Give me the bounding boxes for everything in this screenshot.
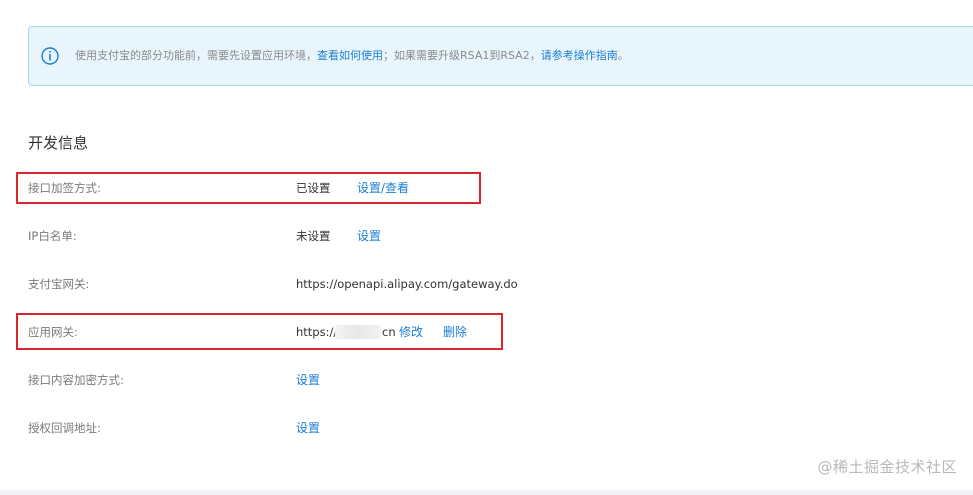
- watermark: @稀土掘金技术社区: [817, 458, 957, 476]
- notice-text: 使用支付宝的部分功能前，需要先设置应用环境，查看如何使用；如果需要升级RSA1到…: [75, 48, 629, 64]
- row-auth-callback: 授权回调地址: 设置: [28, 418, 728, 438]
- row-ip-whitelist: IP白名单: 未设置 设置: [28, 226, 728, 246]
- notice-link-how-to-use[interactable]: 查看如何使用: [317, 49, 383, 62]
- auth-callback-settings-link[interactable]: 设置: [296, 418, 320, 438]
- highlight-box-app-gateway: [16, 313, 503, 350]
- notice-banner: 使用支付宝的部分功能前，需要先设置应用环境，查看如何使用；如果需要升级RSA1到…: [28, 26, 973, 86]
- ip-whitelist-settings-link[interactable]: 设置: [357, 226, 381, 246]
- auth-callback-label: 授权回调地址:: [28, 421, 101, 435]
- page: 使用支付宝的部分功能前，需要先设置应用环境，查看如何使用；如果需要升级RSA1到…: [0, 0, 973, 495]
- notice-text-end: 。: [617, 49, 629, 62]
- ip-whitelist-value: 未设置: [296, 229, 331, 243]
- alipay-gateway-value: https://openapi.alipay.com/gateway.do: [296, 277, 518, 291]
- row-content-encrypt: 接口内容加密方式: 设置: [28, 370, 728, 390]
- row-alipay-gateway: 支付宝网关: https://openapi.alipay.com/gatewa…: [28, 274, 728, 294]
- section-title: 开发信息: [28, 134, 89, 152]
- ip-whitelist-label: IP白名单:: [28, 229, 77, 243]
- content-encrypt-settings-link[interactable]: 设置: [296, 370, 320, 390]
- content-encrypt-label: 接口内容加密方式:: [28, 373, 124, 387]
- bottom-divider: [0, 490, 973, 495]
- notice-text-middle: ；如果需要升级RSA1到RSA2，: [383, 49, 541, 62]
- highlight-box-sign-method: [16, 172, 481, 204]
- alipay-gateway-label: 支付宝网关:: [28, 277, 90, 291]
- notice-link-guide[interactable]: 请参考操作指南: [541, 49, 618, 62]
- notice-text-before: 使用支付宝的部分功能前，需要先设置应用环境，: [75, 49, 317, 62]
- info-circle-icon: [41, 47, 59, 65]
